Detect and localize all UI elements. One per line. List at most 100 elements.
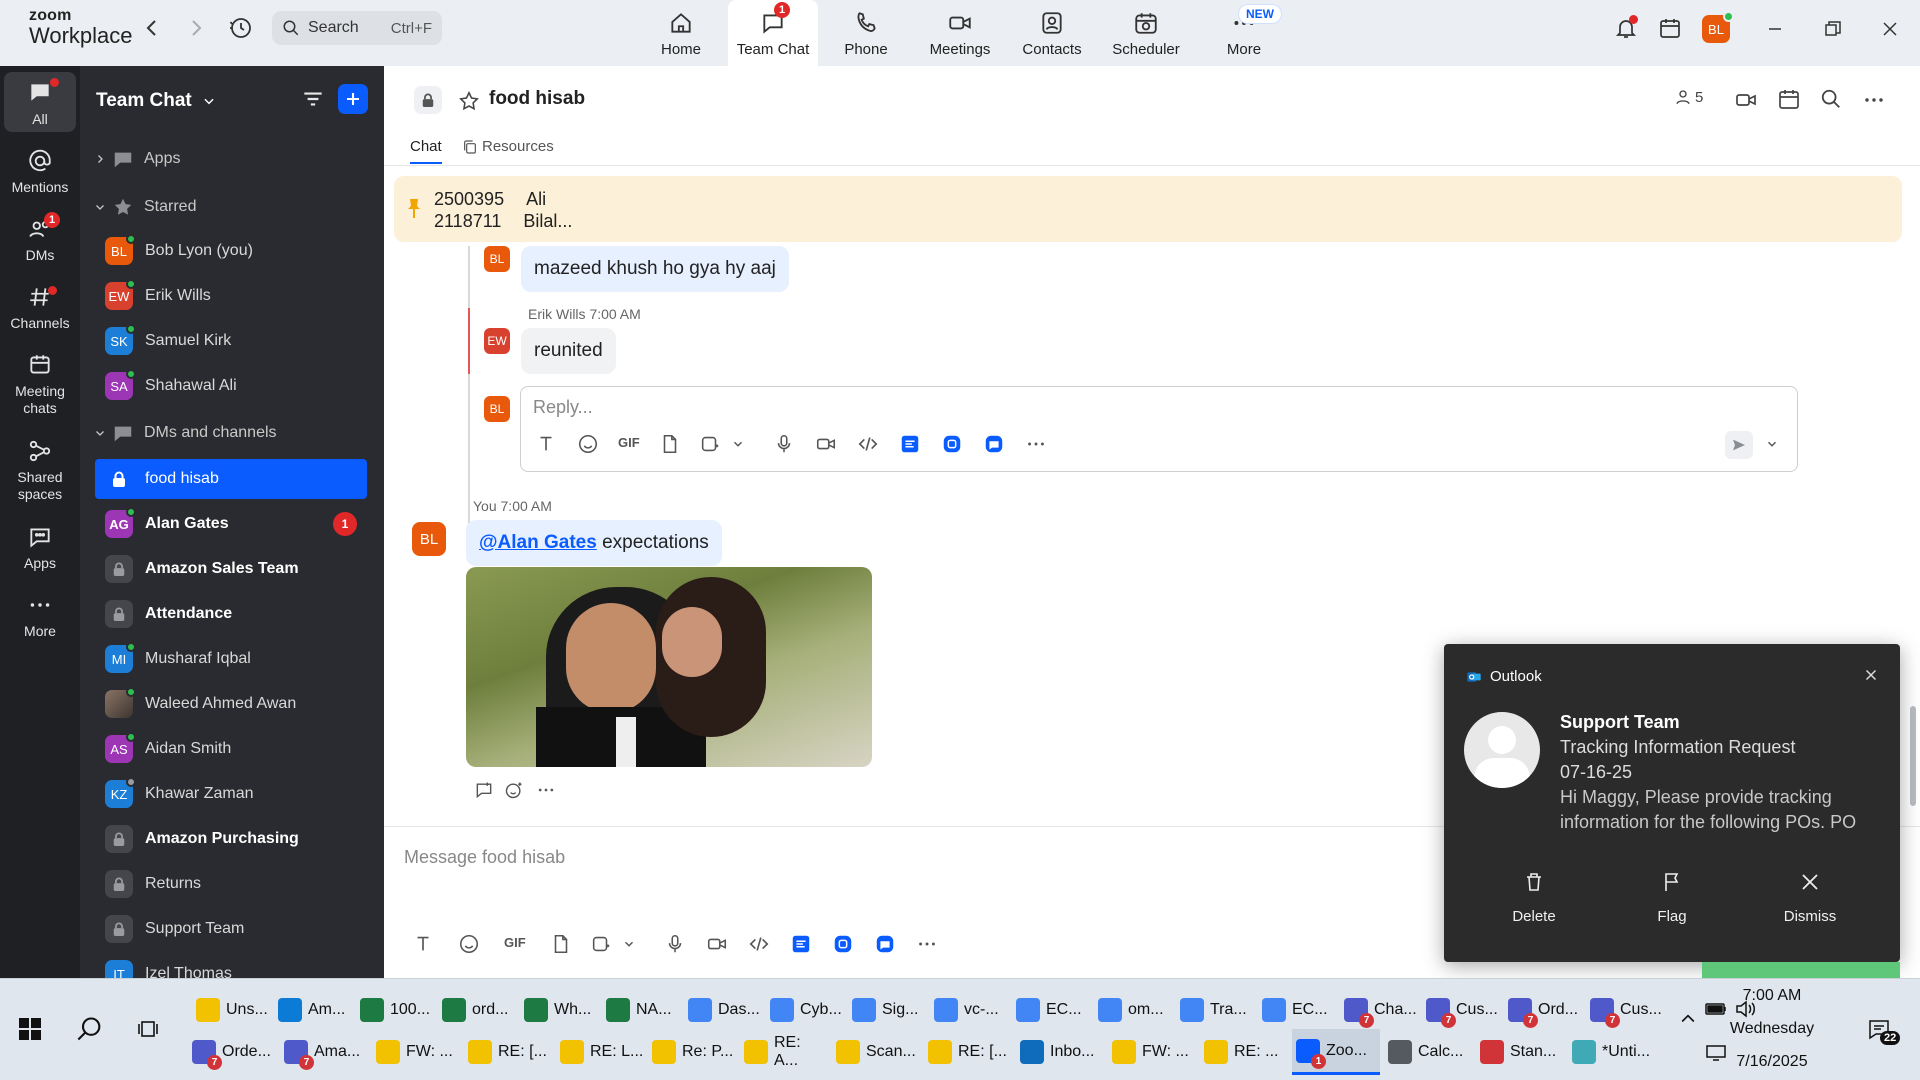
minimize-icon[interactable] xyxy=(1764,18,1786,40)
rail-all[interactable]: All xyxy=(4,72,76,132)
taskbar-app-button[interactable]: RE: A... xyxy=(740,1029,828,1075)
channel-item-attendance[interactable]: Attendance xyxy=(95,594,367,634)
taskbar-app-button[interactable]: FW: ... xyxy=(372,1029,460,1075)
members-button[interactable]: 5 xyxy=(1674,88,1703,106)
rail-meeting-chats[interactable]: Meeting chats xyxy=(0,352,80,417)
taskbar-app-button[interactable]: Calc... xyxy=(1384,1029,1472,1075)
channel-item-amazon-purchasing[interactable]: Amazon Purchasing xyxy=(95,819,367,859)
tab-contacts[interactable]: Contacts xyxy=(1022,0,1082,66)
docs-app-icon[interactable] xyxy=(899,433,921,455)
taskbar-app-button[interactable]: Sig... xyxy=(848,987,926,1033)
taskbar-app-button[interactable]: Das... xyxy=(684,987,762,1033)
taskbar-app-button[interactable]: Uns... xyxy=(192,987,270,1033)
schedule-icon[interactable] xyxy=(1777,87,1801,111)
reply-thread-icon[interactable] xyxy=(474,780,496,802)
scrollbar-thumb[interactable] xyxy=(1910,706,1916,806)
rail-apps[interactable]: Apps xyxy=(0,524,80,571)
reply-input[interactable]: Reply... xyxy=(533,397,593,418)
code-snippet-icon[interactable] xyxy=(748,933,770,955)
taskbar-app-button[interactable]: RE: L... xyxy=(556,1029,644,1075)
rail-channels[interactable]: Channels xyxy=(0,284,80,331)
reply-box[interactable]: Reply... GIF xyxy=(520,386,1798,472)
search-box[interactable]: Search Ctrl+F xyxy=(272,11,442,45)
dm-item-waleed-ahmed-awan[interactable]: Waleed Ahmed Awan xyxy=(95,684,367,724)
text-format-icon[interactable] xyxy=(412,933,434,955)
filter-icon[interactable] xyxy=(300,86,326,112)
taskbar-app-button[interactable]: vc-... xyxy=(930,987,1008,1033)
dm-item-aidan-smith[interactable]: AS Aidan Smith xyxy=(95,729,367,769)
channel-title[interactable]: food hisab xyxy=(489,88,585,110)
gif-icon[interactable]: GIF xyxy=(504,935,528,957)
thread-message-bubble[interactable]: mazeed khush ho gya hy aaj xyxy=(521,246,789,292)
taskbar-app-button[interactable]: RE: [... xyxy=(464,1029,552,1075)
message-bubble[interactable]: @Alan Gates expectations xyxy=(466,520,722,566)
back-icon[interactable] xyxy=(140,16,164,40)
tab-chat[interactable]: Chat xyxy=(410,138,442,164)
taskbar-app-button[interactable]: EC... xyxy=(1012,987,1090,1033)
file-icon[interactable] xyxy=(659,433,681,455)
taskbar-app-button[interactable]: 7 Ama... xyxy=(280,1029,368,1075)
task-view-icon[interactable] xyxy=(136,1017,160,1041)
profile-avatar[interactable]: BL xyxy=(1702,11,1734,43)
starred-item-shahawal-ali[interactable]: SA Shahawal Ali xyxy=(95,366,367,406)
chevron-down-icon[interactable] xyxy=(1765,437,1779,451)
taskbar-app-button[interactable]: NA... xyxy=(602,987,680,1033)
clips-app-icon[interactable] xyxy=(874,933,896,955)
pinned-message-banner[interactable]: 2500395 Ali 2118711 Bilal... xyxy=(394,176,1902,242)
windows-start-icon[interactable] xyxy=(18,1017,42,1041)
restore-icon[interactable] xyxy=(1822,18,1844,40)
notifications-bell-icon[interactable] xyxy=(1614,15,1638,40)
video-message-icon[interactable] xyxy=(706,933,728,955)
taskbar-app-button[interactable]: Am... xyxy=(274,987,352,1033)
taskbar-app-button[interactable]: RE: [... xyxy=(924,1029,1012,1075)
send-button[interactable] xyxy=(1725,431,1753,459)
delete-button[interactable]: Delete xyxy=(1484,870,1584,925)
tab-meetings[interactable]: Meetings xyxy=(928,0,992,66)
taskbar-app-button[interactable]: 7 Ord... xyxy=(1504,987,1582,1033)
message-more-icon[interactable] xyxy=(536,780,558,802)
dm-item-khawar-zaman[interactable]: KZ Khawar Zaman xyxy=(95,774,367,814)
taskbar-app-button[interactable]: om... xyxy=(1094,987,1172,1033)
dm-item-musharaf-iqbal[interactable]: MI Musharaf Iqbal xyxy=(95,639,367,679)
taskbar-app-button[interactable]: Scan... xyxy=(832,1029,920,1075)
taskbar-app-button[interactable]: 7 Cha... xyxy=(1340,987,1418,1033)
video-message-icon[interactable] xyxy=(815,433,837,455)
tab-home[interactable]: Home xyxy=(652,0,710,66)
rail-shared-spaces[interactable]: Shared spaces xyxy=(0,438,80,503)
more-options-icon[interactable] xyxy=(1862,88,1886,112)
calendar-icon[interactable] xyxy=(1658,16,1682,40)
forward-icon[interactable] xyxy=(184,16,208,40)
channel-item-returns[interactable]: Returns xyxy=(95,864,367,904)
add-reaction-icon[interactable] xyxy=(504,780,526,802)
chevron-down-icon[interactable] xyxy=(622,937,636,951)
notification-center-icon[interactable]: 22 xyxy=(1866,1017,1901,1047)
taskbar-app-button[interactable]: Cyb... xyxy=(766,987,844,1033)
emoji-icon[interactable] xyxy=(577,433,599,455)
more-tools-icon[interactable] xyxy=(1025,433,1047,455)
tab-resources[interactable]: Resources xyxy=(462,138,554,155)
file-icon[interactable] xyxy=(550,933,572,955)
thread-message-bubble[interactable]: reunited xyxy=(521,328,616,374)
taskbar-app-button[interactable]: ord... xyxy=(438,987,516,1033)
taskbar-app-button[interactable]: *Unti... xyxy=(1568,1029,1656,1075)
tab-scheduler[interactable]: Scheduler xyxy=(1112,0,1180,66)
channel-item-amazon-sales-team[interactable]: Amazon Sales Team xyxy=(95,549,367,589)
screenshot-icon[interactable] xyxy=(699,433,721,455)
search-icon[interactable] xyxy=(1820,88,1842,110)
starred-item-bob-lyon[interactable]: BL Bob Lyon (you) xyxy=(95,231,367,271)
taskbar-app-button[interactable]: Stan... xyxy=(1476,1029,1564,1075)
rail-mentions[interactable]: Mentions xyxy=(0,148,80,195)
taskbar-app-button[interactable]: FW: ... xyxy=(1108,1029,1196,1075)
gif-icon[interactable]: GIF xyxy=(618,435,642,457)
taskbar-app-button[interactable]: 100... xyxy=(356,987,434,1033)
video-call-icon[interactable] xyxy=(1734,88,1758,112)
starred-item-erik-wills[interactable]: EW Erik Wills xyxy=(95,276,367,316)
search-icon[interactable] xyxy=(76,1015,104,1043)
close-window-icon[interactable] xyxy=(1879,18,1901,40)
flag-button[interactable]: Flag xyxy=(1622,870,1722,925)
more-tools-icon[interactable] xyxy=(916,933,938,955)
system-clock[interactable]: 7:00 AM Wednesday 7/16/2025 xyxy=(1692,979,1852,1080)
outlook-notification[interactable]: Outlook Support Team Tracking Informatio… xyxy=(1444,644,1900,962)
tab-phone[interactable]: Phone xyxy=(840,0,892,66)
whiteboard-app-icon[interactable] xyxy=(941,433,963,455)
